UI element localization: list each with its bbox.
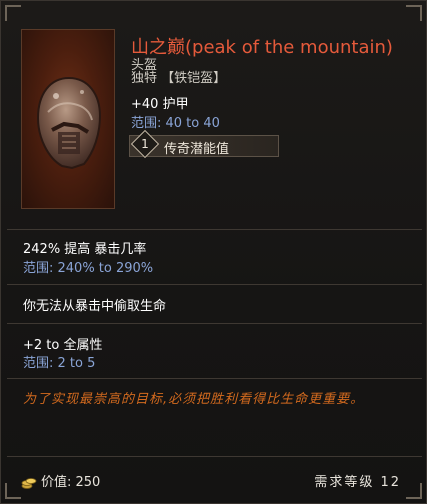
item-header: 山之巅(peak of the mountain) 头盔 独特 【铁铠盔】 +4… — [1, 1, 427, 229]
legendary-rank: 1 — [141, 137, 149, 151]
affix-crit-chance: 242% 提高 暴击几率 — [23, 242, 147, 257]
affix-all-attributes-range: 范围: 2 to 5 — [23, 356, 96, 371]
armor-value: +40 护甲 — [131, 97, 189, 112]
item-tooltip: 山之巅(peak of the mountain) 头盔 独特 【铁铠盔】 +4… — [0, 0, 427, 504]
affix-crit-chance-range: 范围: 240% to 290% — [23, 261, 154, 276]
item-value: 价值: 250 — [21, 471, 100, 490]
item-name: 山之巅(peak of the mountain) — [131, 37, 393, 58]
armor-range: 范围: 40 to 40 — [131, 116, 220, 131]
corner-ornament — [5, 483, 21, 499]
divider — [7, 323, 422, 324]
divider — [7, 284, 422, 285]
level-requirement: 需求等级 12 — [314, 475, 401, 490]
corner-ornament — [406, 483, 422, 499]
item-rarity: 独特 【铁铠盔】 — [131, 71, 227, 86]
flavor-text: 为了实现最崇高的目标,必须把胜利看得比生命更重要。 — [23, 392, 365, 407]
gold-coins-icon — [21, 477, 37, 489]
legendary-label: 传奇潜能值 — [164, 142, 230, 157]
divider — [7, 229, 422, 230]
item-image-frame — [21, 29, 115, 209]
legendary-rank-diamond-icon: 1 — [130, 129, 160, 159]
divider — [7, 456, 422, 457]
affix-all-attributes: +2 to 全属性 — [23, 338, 103, 353]
helmet-icon — [36, 76, 102, 170]
affix-no-leech: 你无法从暴击中偷取生命 — [23, 299, 167, 314]
item-value-label: 价值: 250 — [41, 475, 101, 490]
legendary-potential-bar: 1 传奇潜能值 — [129, 129, 279, 159]
divider — [7, 378, 422, 379]
